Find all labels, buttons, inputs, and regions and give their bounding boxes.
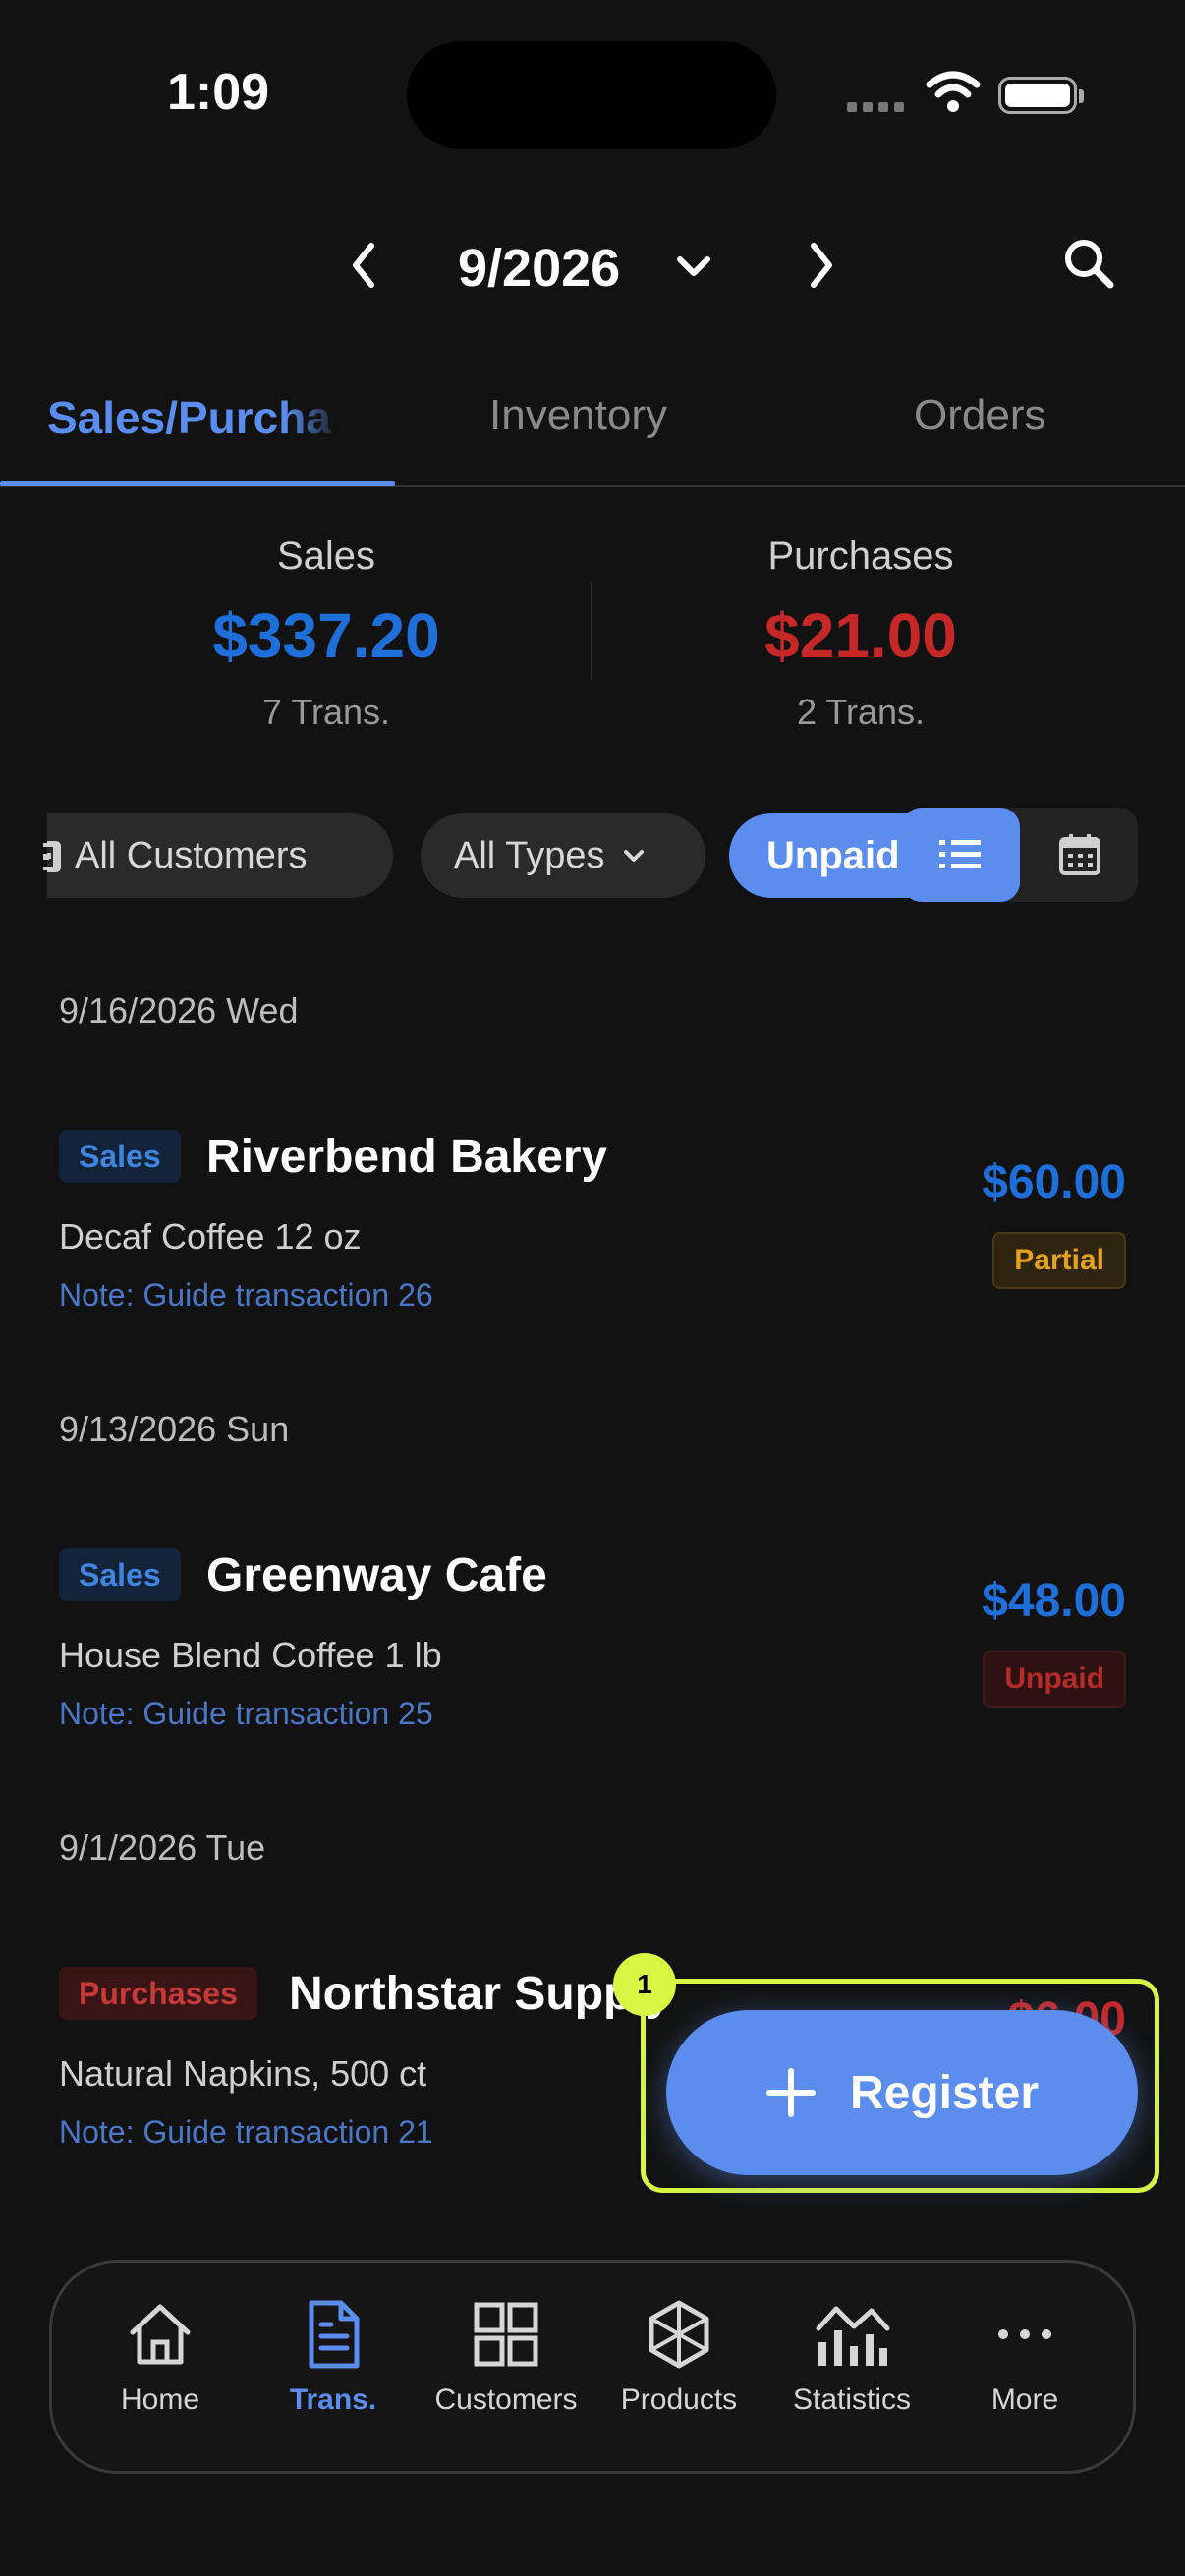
wifi-icon	[926, 71, 981, 112]
transaction-note: Note: Guide transaction 26	[59, 1277, 433, 1313]
type-filter-label: All Types	[454, 834, 605, 876]
register-label: Register	[849, 2066, 1040, 2119]
signal-icon	[847, 102, 904, 112]
more-icon	[998, 2329, 1051, 2339]
list-icon	[939, 840, 981, 868]
sales-trans-count: 7 Trans.	[261, 692, 391, 732]
date-header: 9/13/2026 Sun	[59, 1409, 290, 1449]
chevron-right-icon[interactable]	[802, 236, 841, 295]
sales-label: Sales	[276, 534, 376, 578]
transaction-item: House Blend Coffee 1 lb	[59, 1635, 442, 1675]
nav-label: Statistics	[792, 2383, 912, 2416]
nav-products[interactable]: Products	[595, 2299, 762, 2417]
status-badge: Partial	[992, 1232, 1126, 1289]
nav-home[interactable]: Home	[77, 2299, 244, 2417]
type-badge: Purchases	[59, 1967, 257, 2020]
type-badge: Sales	[59, 1130, 181, 1183]
plus-icon	[765, 2068, 816, 2117]
nav-transactions[interactable]: Trans.	[250, 2299, 417, 2417]
tab-inventory[interactable]: Inventory	[489, 391, 667, 440]
nav-statistics[interactable]: Statistics	[768, 2299, 935, 2417]
unpaid-filter-chip[interactable]: Unpaid	[729, 813, 916, 898]
tab-fade	[285, 383, 344, 452]
nav-label: Customers	[434, 2383, 578, 2416]
dynamic-island	[407, 41, 776, 149]
date-header: 9/1/2026 Tue	[59, 1827, 266, 1868]
nav-customers[interactable]: Customers	[423, 2299, 590, 2417]
nav-label: More	[990, 2383, 1059, 2416]
tab-orders[interactable]: Orders	[914, 391, 1045, 440]
tab-indicator	[0, 481, 395, 486]
transaction-name: Greenway Cafe	[206, 1549, 547, 1601]
status-time: 1:09	[167, 64, 270, 121]
purchases-label: Purchases	[767, 534, 954, 578]
calendar-icon	[1059, 834, 1100, 875]
grid-icon	[474, 2302, 538, 2367]
list-view-button[interactable]	[902, 808, 1020, 902]
chevron-down-icon[interactable]	[672, 246, 715, 289]
transaction-note: Note: Guide transaction 21	[59, 2114, 433, 2150]
transaction-note: Note: Guide transaction 25	[59, 1696, 433, 1731]
summary-divider	[591, 582, 592, 680]
calendar-view-button[interactable]	[1022, 808, 1138, 902]
nav-more[interactable]: More	[941, 2299, 1108, 2417]
document-icon	[309, 2300, 360, 2369]
home-icon	[130, 2304, 191, 2365]
contacts-icon-partial	[43, 843, 57, 870]
transaction-amount: $60.00	[982, 1156, 1126, 1208]
register-button[interactable]: Register	[666, 2010, 1138, 2175]
transaction-item: Natural Napkins, 500 ct	[59, 2053, 427, 2094]
nav-label: Trans.	[289, 2383, 377, 2416]
annotation-marker: 1	[613, 1953, 676, 2016]
type-filter-chip[interactable]: All Types	[421, 813, 705, 898]
customer-filter-label: All Customers	[75, 834, 308, 876]
type-badge: Sales	[59, 1548, 181, 1601]
transaction-item: Decaf Coffee 12 oz	[59, 1216, 362, 1257]
sales-amount: $337.20	[212, 600, 440, 671]
date-header: 9/16/2026 Wed	[59, 990, 299, 1031]
transaction-name: Riverbend Bakery	[206, 1131, 608, 1183]
chart-icon	[816, 2306, 890, 2366]
unpaid-filter-label: Unpaid	[766, 833, 900, 877]
chevron-left-icon[interactable]	[344, 236, 383, 295]
battery-icon	[998, 77, 1084, 114]
chevron-down-icon	[624, 850, 645, 862]
nav-label: Products	[620, 2383, 738, 2416]
transaction-amount: $48.00	[982, 1575, 1126, 1627]
month-selector[interactable]: 9/2026	[458, 238, 620, 299]
purchases-amount: $21.00	[764, 600, 957, 671]
search-icon[interactable]	[1059, 234, 1118, 293]
nav-label: Home	[120, 2383, 200, 2416]
cube-icon	[649, 2300, 709, 2369]
status-badge: Unpaid	[983, 1651, 1126, 1708]
purchases-trans-count: 2 Trans.	[796, 692, 926, 732]
